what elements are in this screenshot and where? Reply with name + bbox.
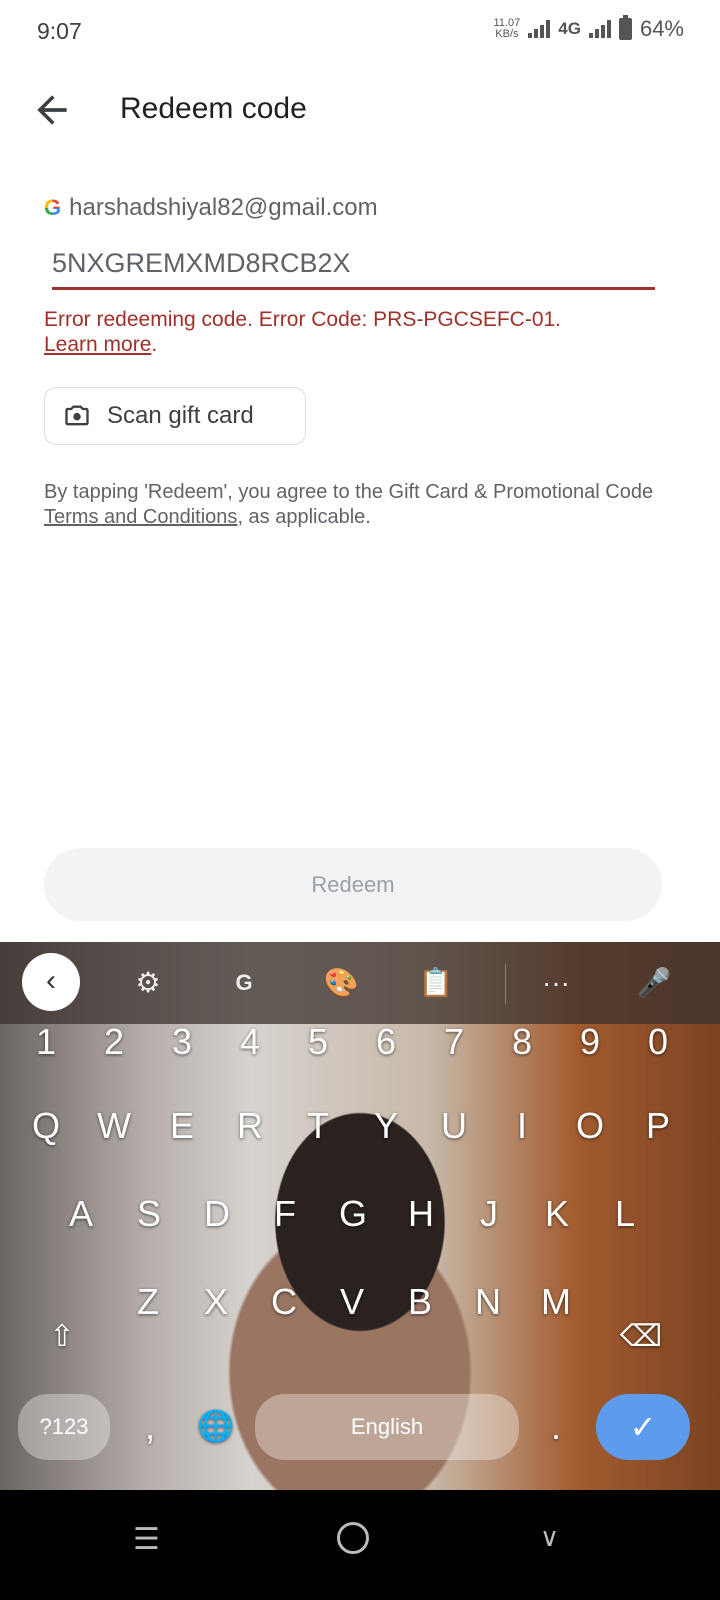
key[interactable]: 0 bbox=[628, 1007, 688, 1077]
error-message: Error redeeming code. Error Code: PRS-PG… bbox=[44, 308, 562, 356]
divider bbox=[505, 964, 506, 1004]
back-button[interactable] bbox=[30, 88, 74, 132]
key[interactable]: T bbox=[288, 1091, 348, 1161]
key[interactable]: U bbox=[424, 1091, 484, 1161]
globe-icon[interactable]: 🌐 bbox=[186, 1392, 246, 1462]
key[interactable]: A bbox=[51, 1179, 111, 1249]
terms-text: By tapping 'Redeem', you agree to the Gi… bbox=[44, 481, 654, 528]
battery-icon bbox=[618, 15, 632, 40]
key[interactable]: 9 bbox=[560, 1007, 620, 1077]
navigation-bar: ☰ ∨ bbox=[0, 1490, 720, 1600]
signal-icon bbox=[528, 20, 551, 38]
key[interactable]: C bbox=[254, 1267, 314, 1337]
key[interactable]: J bbox=[459, 1179, 519, 1249]
key[interactable]: 6 bbox=[356, 1007, 416, 1077]
palette-icon[interactable]: 🎨 bbox=[320, 962, 362, 1004]
account-row: G harshadshiyal82@gmail.com bbox=[44, 194, 378, 222]
key[interactable]: L bbox=[595, 1179, 655, 1249]
comma-key[interactable]: , bbox=[120, 1392, 180, 1462]
shift-icon[interactable]: ⇧ bbox=[32, 1302, 92, 1372]
key[interactable]: 4 bbox=[220, 1007, 280, 1077]
microphone-icon[interactable]: 🎤 bbox=[633, 962, 675, 1004]
keyboard: ‹ ⚙ G 🎨 📋 ··· 🎤 1234567890 QWERTYUIOP ASDF… bbox=[0, 942, 720, 1490]
key[interactable]: O bbox=[560, 1091, 620, 1161]
key[interactable]: 3 bbox=[152, 1007, 212, 1077]
network-type: 4G bbox=[558, 19, 581, 38]
key[interactable]: I bbox=[492, 1091, 552, 1161]
key[interactable]: R bbox=[220, 1091, 280, 1161]
key[interactable]: D bbox=[187, 1179, 247, 1249]
menu-icon[interactable]: ☰ bbox=[133, 1522, 160, 1557]
key[interactable]: B bbox=[390, 1267, 450, 1337]
key[interactable]: Q bbox=[16, 1091, 76, 1161]
more-icon[interactable]: ··· bbox=[535, 962, 577, 1004]
key[interactable]: M bbox=[526, 1267, 586, 1337]
learn-more-link[interactable]: Learn more bbox=[44, 333, 151, 356]
redeem-button[interactable]: Redeem bbox=[44, 848, 662, 921]
key[interactable]: Z bbox=[118, 1267, 178, 1337]
key[interactable]: F bbox=[255, 1179, 315, 1249]
key[interactable]: 7 bbox=[424, 1007, 484, 1077]
check-icon: ✓ bbox=[629, 1409, 657, 1445]
terms-link[interactable]: Terms and Conditions bbox=[44, 506, 237, 528]
google-g-icon: G bbox=[44, 195, 62, 220]
backspace-icon[interactable]: ⌫ bbox=[611, 1302, 671, 1372]
key[interactable]: W bbox=[84, 1091, 144, 1161]
gear-icon[interactable]: ⚙ bbox=[127, 962, 169, 1004]
space-key[interactable]: English bbox=[255, 1394, 519, 1460]
network-speed: 11.07 KB/s bbox=[493, 17, 521, 40]
scan-gift-card-button[interactable]: Scan gift card bbox=[44, 387, 306, 445]
clock: 9:07 bbox=[37, 18, 82, 44]
key[interactable]: V bbox=[322, 1267, 382, 1337]
home-icon[interactable] bbox=[337, 1522, 369, 1554]
key[interactable]: X bbox=[186, 1267, 246, 1337]
key[interactable]: N bbox=[458, 1267, 518, 1337]
symbols-key[interactable]: ?123 bbox=[18, 1394, 110, 1460]
key[interactable]: 2 bbox=[84, 1007, 144, 1077]
key[interactable]: S bbox=[119, 1179, 179, 1249]
page-title: Redeem code bbox=[120, 92, 307, 125]
key[interactable]: P bbox=[628, 1091, 688, 1161]
clipboard-icon[interactable]: 📋 bbox=[415, 962, 457, 1004]
chevron-down-icon[interactable]: ∨ bbox=[540, 1522, 559, 1553]
key[interactable]: 1 bbox=[16, 1007, 76, 1077]
key[interactable]: 5 bbox=[288, 1007, 348, 1077]
key[interactable]: H bbox=[391, 1179, 451, 1249]
collapse-icon[interactable]: ‹ bbox=[22, 953, 80, 1011]
key[interactable]: K bbox=[527, 1179, 587, 1249]
arrow-left-icon bbox=[37, 95, 67, 125]
signal-icon bbox=[588, 20, 611, 38]
enter-key[interactable]: ✓ bbox=[596, 1394, 690, 1460]
period-key[interactable]: . bbox=[526, 1392, 586, 1462]
code-input[interactable] bbox=[52, 244, 655, 290]
battery-level: 64% bbox=[639, 16, 684, 41]
status-bar: 9:07 11.07 KB/s 4G 64% bbox=[0, 0, 720, 62]
key[interactable]: E bbox=[152, 1091, 212, 1161]
camera-icon bbox=[65, 405, 89, 426]
key[interactable]: 8 bbox=[492, 1007, 552, 1077]
account-email: harshadshiyal82@gmail.com bbox=[69, 194, 378, 221]
key[interactable]: Y bbox=[356, 1091, 416, 1161]
key[interactable]: G bbox=[323, 1179, 383, 1249]
translate-icon[interactable]: G bbox=[223, 962, 265, 1004]
